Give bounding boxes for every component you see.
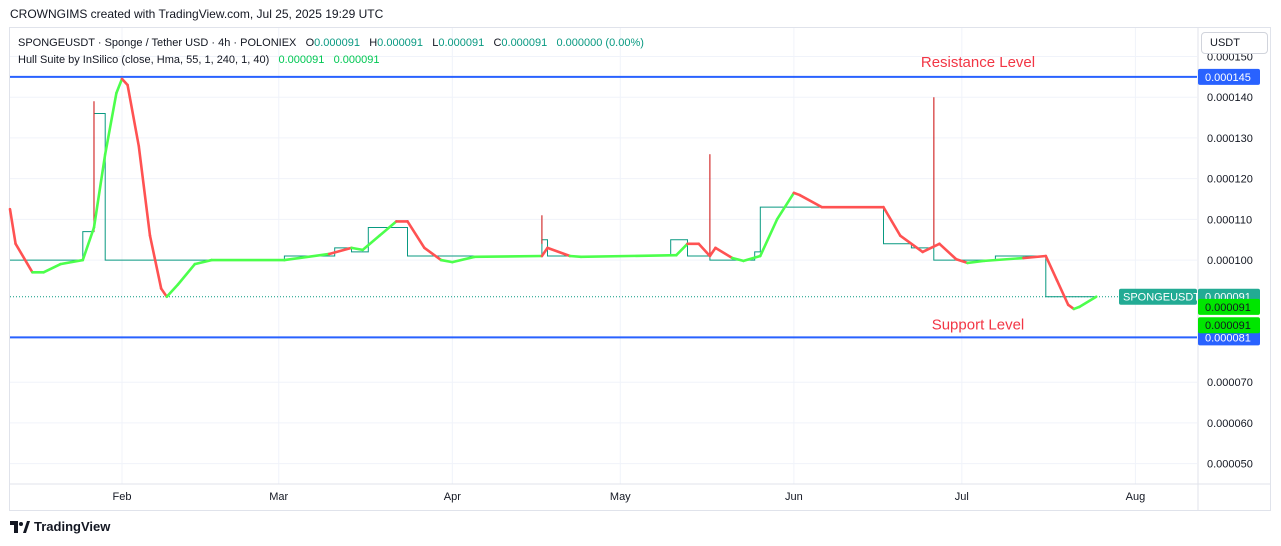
open-label: O xyxy=(305,37,315,49)
horizontal-levels: Resistance Level Support Level xyxy=(10,54,1197,339)
hull-segment xyxy=(361,234,381,252)
hull-segment xyxy=(42,262,62,274)
support-label: Support Level xyxy=(932,316,1025,333)
x-tick-label: May xyxy=(610,491,631,503)
hull-segment xyxy=(451,255,477,264)
x-tick-label: Aug xyxy=(1126,491,1146,503)
high-label: H xyxy=(369,37,378,49)
hull-segment xyxy=(966,259,986,265)
hull-segment xyxy=(546,246,572,258)
hull-segment xyxy=(775,191,796,221)
hull-segment xyxy=(165,283,180,299)
hull-segment xyxy=(708,246,717,258)
hull-segment xyxy=(327,246,353,256)
hull-segment xyxy=(798,193,824,209)
hull-segment xyxy=(159,287,169,299)
hull-segment xyxy=(126,83,141,148)
x-tick-label: Jun xyxy=(785,491,803,503)
y-tick-label: 0.000110 xyxy=(1207,214,1252,226)
hull-segment xyxy=(81,226,96,262)
price-chart[interactable]: Resistance LevelSupport Level 0.0001500.… xyxy=(0,0,1281,546)
hull-segment xyxy=(193,258,213,266)
hull-segment xyxy=(92,152,107,229)
y-tick-label: 0.000060 xyxy=(1207,418,1253,430)
chart-legend: SPONGEUSDT · Sponge / Tether USD · 4h · … xyxy=(18,35,644,69)
high-value: 0.000091 xyxy=(377,37,424,49)
price-series xyxy=(10,97,1197,298)
open-value: 0.000091 xyxy=(314,37,361,49)
hull-segment xyxy=(1055,279,1070,307)
hull-segment xyxy=(176,262,197,286)
x-tick-label: Apr xyxy=(444,491,461,503)
hull-segment xyxy=(540,246,549,258)
hull-segment xyxy=(378,220,398,237)
hull-segment xyxy=(1078,295,1098,309)
y-tick-label: 0.000120 xyxy=(1207,174,1253,186)
tradingview-brand: TradingView xyxy=(34,519,111,534)
hull-segment xyxy=(103,91,118,156)
y-tick-label: 0.000140 xyxy=(1207,92,1253,104)
hull-segment xyxy=(148,234,163,290)
hull-segment xyxy=(350,246,365,252)
price-tag: 0.000091 xyxy=(1205,320,1251,332)
hull-segment xyxy=(8,207,17,246)
y-tick-label: 0.000100 xyxy=(1207,255,1253,267)
y-tick-label: 0.000070 xyxy=(1207,377,1253,389)
axes: 0.0001500.0001400.0001300.0001200.000110… xyxy=(9,27,1271,511)
close-value: 0.000091 xyxy=(501,37,548,49)
hull-segment xyxy=(697,242,712,258)
change-value: 0.000000 (0.00%) xyxy=(556,37,644,49)
hull-segment xyxy=(137,144,152,237)
indicator-legend-row: Hull Suite by InSilico (close, Hma, 55, … xyxy=(18,52,644,69)
hull-segment xyxy=(473,254,544,259)
price-tags: 0.000145 0.000081 SPONGEUSDT 0.000091 0.0000… xyxy=(1119,68,1260,346)
tradingview-footer: TradingView xyxy=(10,519,110,534)
low-value: 0.000091 xyxy=(438,37,485,49)
hull-segment xyxy=(579,253,678,259)
level-price-tag: 0.000081 xyxy=(1205,332,1251,344)
symbol-tag: SPONGEUSDT xyxy=(1123,292,1200,304)
hull-segment xyxy=(674,242,689,257)
y-tick-label: 0.000050 xyxy=(1207,459,1253,471)
hull-segment xyxy=(14,242,34,274)
tradingview-logo-icon xyxy=(10,520,30,533)
x-tick-label: Jul xyxy=(955,491,969,503)
x-tick-label: Feb xyxy=(112,491,131,503)
hull-segment xyxy=(568,254,583,259)
hull-segment xyxy=(283,252,331,262)
indicator-value-2: 0.000091 xyxy=(333,54,380,66)
resistance-label: Resistance Level xyxy=(921,54,1035,71)
symbol-description[interactable]: SPONGEUSDT · Sponge / Tether USD · 4h · … xyxy=(18,37,296,49)
hull-segment xyxy=(115,77,124,95)
hull-segment xyxy=(406,220,426,250)
hull-segment xyxy=(882,205,902,237)
indicator-value-1: 0.000091 xyxy=(278,54,325,66)
y-tick-label: 0.000130 xyxy=(1207,133,1253,145)
price-tag: 0.000091 xyxy=(1205,302,1251,314)
hull-segment xyxy=(714,246,734,260)
indicator-description[interactable]: Hull Suite by InSilico (close, Hma, 55, … xyxy=(18,54,269,66)
hull-segment xyxy=(938,242,958,261)
symbol-legend-row: SPONGEUSDT · Sponge / Tether USD · 4h · … xyxy=(18,35,644,52)
hull-segment xyxy=(423,246,443,262)
currency-button[interactable]: USDT xyxy=(1201,32,1268,54)
hull-segment xyxy=(758,218,779,258)
x-tick-label: Mar xyxy=(269,491,288,503)
level-price-tag: 0.000145 xyxy=(1205,72,1251,84)
hull-segment xyxy=(59,258,85,266)
